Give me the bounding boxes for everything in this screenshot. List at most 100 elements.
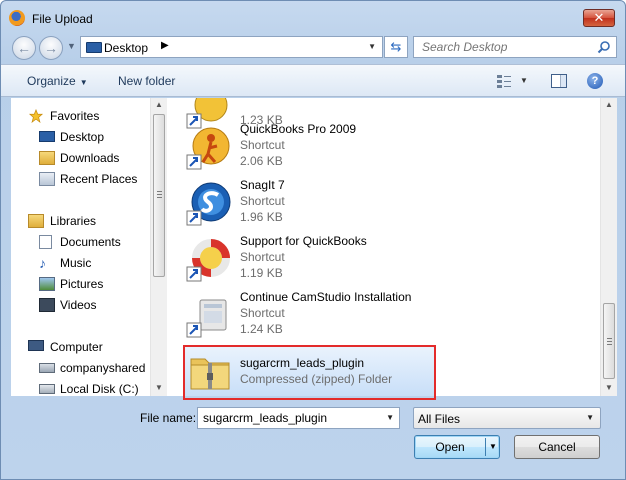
file-list: 1.23 KB QuickBooks Pro 2009 Shortcut 2.0…	[181, 98, 601, 396]
address-location[interactable]: Desktop	[104, 41, 148, 55]
content-area: Favorites Desktop Downloads Recent Place…	[11, 98, 617, 396]
sidebar-item-label: Downloads	[60, 151, 120, 165]
refresh-icon: ⇆	[390, 39, 402, 54]
file-size: 1.24 KB	[240, 322, 283, 336]
file-type-filter-value: All Files	[418, 412, 461, 426]
command-toolbar: Organize ▼ New folder ▼ ?	[1, 64, 625, 97]
nav-libraries-label: Libraries	[50, 214, 97, 228]
organize-button[interactable]: Organize ▼	[27, 74, 88, 88]
breadcrumb-arrow-icon[interactable]: ▶	[161, 40, 169, 51]
file-list-scrollbar[interactable]: ▲ ▼	[600, 98, 617, 396]
open-split-divider	[485, 438, 486, 456]
address-bar[interactable]: Desktop ▶ ▼	[80, 36, 383, 58]
file-size: 1.96 KB	[240, 210, 283, 224]
new-folder-button[interactable]: New folder	[118, 74, 175, 88]
file-type-filter[interactable]: All Files ▼	[413, 407, 601, 429]
open-dropdown-icon[interactable]: ▼	[489, 436, 497, 458]
sidebar-item-label: companyshared	[60, 361, 146, 375]
file-item-support-quickbooks[interactable]: Support for QuickBooks Shortcut 1.19 KB	[181, 232, 441, 286]
star-icon	[28, 109, 44, 123]
lifebuoy-icon	[186, 239, 230, 282]
file-name-dropdown-icon[interactable]: ▼	[386, 413, 394, 422]
sidebar-item-label: Recent Places	[60, 172, 138, 186]
search-box[interactable]	[413, 36, 617, 58]
file-type: Compressed (zipped) Folder	[240, 372, 393, 386]
back-arrow-icon: ←	[17, 40, 31, 56]
desktop-icon	[39, 131, 55, 142]
search-input[interactable]	[416, 38, 592, 56]
scrollbar-thumb[interactable]	[153, 114, 165, 277]
scrollbar-thumb[interactable]	[603, 303, 615, 379]
scroll-down-arrow-icon[interactable]: ▼	[155, 383, 163, 392]
videos-icon	[39, 298, 55, 312]
file-name-label: File name:	[140, 411, 197, 425]
search-icon[interactable]	[597, 40, 611, 54]
back-button[interactable]: ←	[12, 36, 36, 60]
computer-icon	[28, 340, 44, 351]
open-button-label: Open	[435, 440, 465, 454]
window-title: File Upload	[32, 12, 93, 26]
scroll-up-arrow-icon[interactable]: ▲	[155, 100, 163, 109]
cancel-button[interactable]: Cancel	[514, 435, 600, 459]
change-view-icon[interactable]	[496, 73, 512, 89]
forward-button[interactable]: →	[39, 36, 63, 60]
libraries-icon	[28, 214, 44, 228]
nav-computer-label: Computer	[50, 340, 103, 354]
network-drive-icon	[39, 363, 55, 373]
file-upload-dialog: File Upload ✕ ← → ▼ Desktop ▶ ▼ ⇆ Organi…	[0, 0, 626, 480]
nav-scrollbar[interactable]: ▲ ▼	[150, 98, 167, 396]
address-dropdown-icon[interactable]: ▼	[368, 42, 376, 51]
snagit-icon	[186, 182, 231, 226]
local-disk-icon	[39, 384, 55, 394]
zip-folder-icon	[190, 358, 230, 390]
chevron-down-icon: ▼	[79, 78, 88, 87]
views-dropdown-icon[interactable]: ▼	[520, 76, 528, 85]
organize-label: Organize	[27, 74, 76, 88]
forward-arrow-icon: →	[44, 40, 58, 56]
pictures-icon	[39, 277, 55, 291]
file-name: Continue CamStudio Installation	[240, 290, 412, 304]
file-size: 2.06 KB	[240, 154, 283, 168]
quickbooks-icon	[186, 127, 230, 170]
documents-icon	[39, 235, 52, 249]
nav-favorites-label: Favorites	[50, 109, 100, 123]
help-icon[interactable]: ?	[587, 73, 603, 89]
file-type: Shortcut	[240, 138, 285, 152]
sidebar-item-label: Videos	[60, 298, 97, 312]
close-button[interactable]: ✕	[583, 9, 615, 27]
file-name: sugarcrm_leads_plugin	[240, 356, 365, 370]
sidebar-item-label: Music	[60, 256, 92, 270]
preview-pane-icon[interactable]	[551, 74, 567, 88]
file-name: QuickBooks Pro 2009	[240, 122, 357, 136]
file-type: Shortcut	[240, 250, 285, 264]
recent-locations-dropdown[interactable]: ▼	[67, 41, 76, 51]
open-button[interactable]: Open ▼	[414, 435, 500, 459]
chevron-down-icon[interactable]: ▼	[586, 413, 594, 422]
sidebar-item-label: Documents	[60, 235, 121, 249]
file-item-snagit[interactable]: SnagIt 7 Shortcut 1.96 KB	[181, 176, 441, 230]
file-type: Shortcut	[240, 306, 285, 320]
file-type: Shortcut	[240, 194, 285, 208]
file-name-input[interactable]	[200, 409, 380, 427]
sidebar-item-label: Local Disk (C:)	[60, 382, 139, 396]
file-name: Support for QuickBooks	[240, 234, 367, 248]
navigation-pane: Favorites Desktop Downloads Recent Place…	[11, 98, 167, 396]
scroll-down-arrow-icon[interactable]: ▼	[605, 383, 613, 392]
music-icon: ♪	[39, 255, 46, 271]
refresh-button[interactable]: ⇆	[384, 36, 408, 58]
file-name-field[interactable]: ▼	[197, 407, 400, 429]
file-name: SnagIt 7	[240, 178, 285, 192]
sidebar-item-label: Desktop	[60, 130, 105, 144]
recent-places-icon	[39, 172, 55, 186]
file-item-sugarcrm-zip[interactable]: sugarcrm_leads_plugin Compressed (zipped…	[183, 345, 435, 396]
firefox-icon	[9, 10, 25, 26]
desktop-icon	[86, 42, 102, 53]
sidebar-item-label: Pictures	[60, 277, 104, 291]
downloads-folder-icon	[39, 151, 55, 165]
scroll-up-arrow-icon[interactable]: ▲	[605, 100, 613, 109]
file-size: 1.19 KB	[240, 266, 283, 280]
file-item-camstudio[interactable]: Continue CamStudio Installation Shortcut…	[181, 288, 441, 342]
pane-splitter[interactable]	[167, 98, 181, 396]
file-item-quickbooks-pro[interactable]: QuickBooks Pro 2009 Shortcut 2.06 KB	[181, 120, 441, 174]
title-bar: File Upload ✕	[1, 1, 625, 35]
